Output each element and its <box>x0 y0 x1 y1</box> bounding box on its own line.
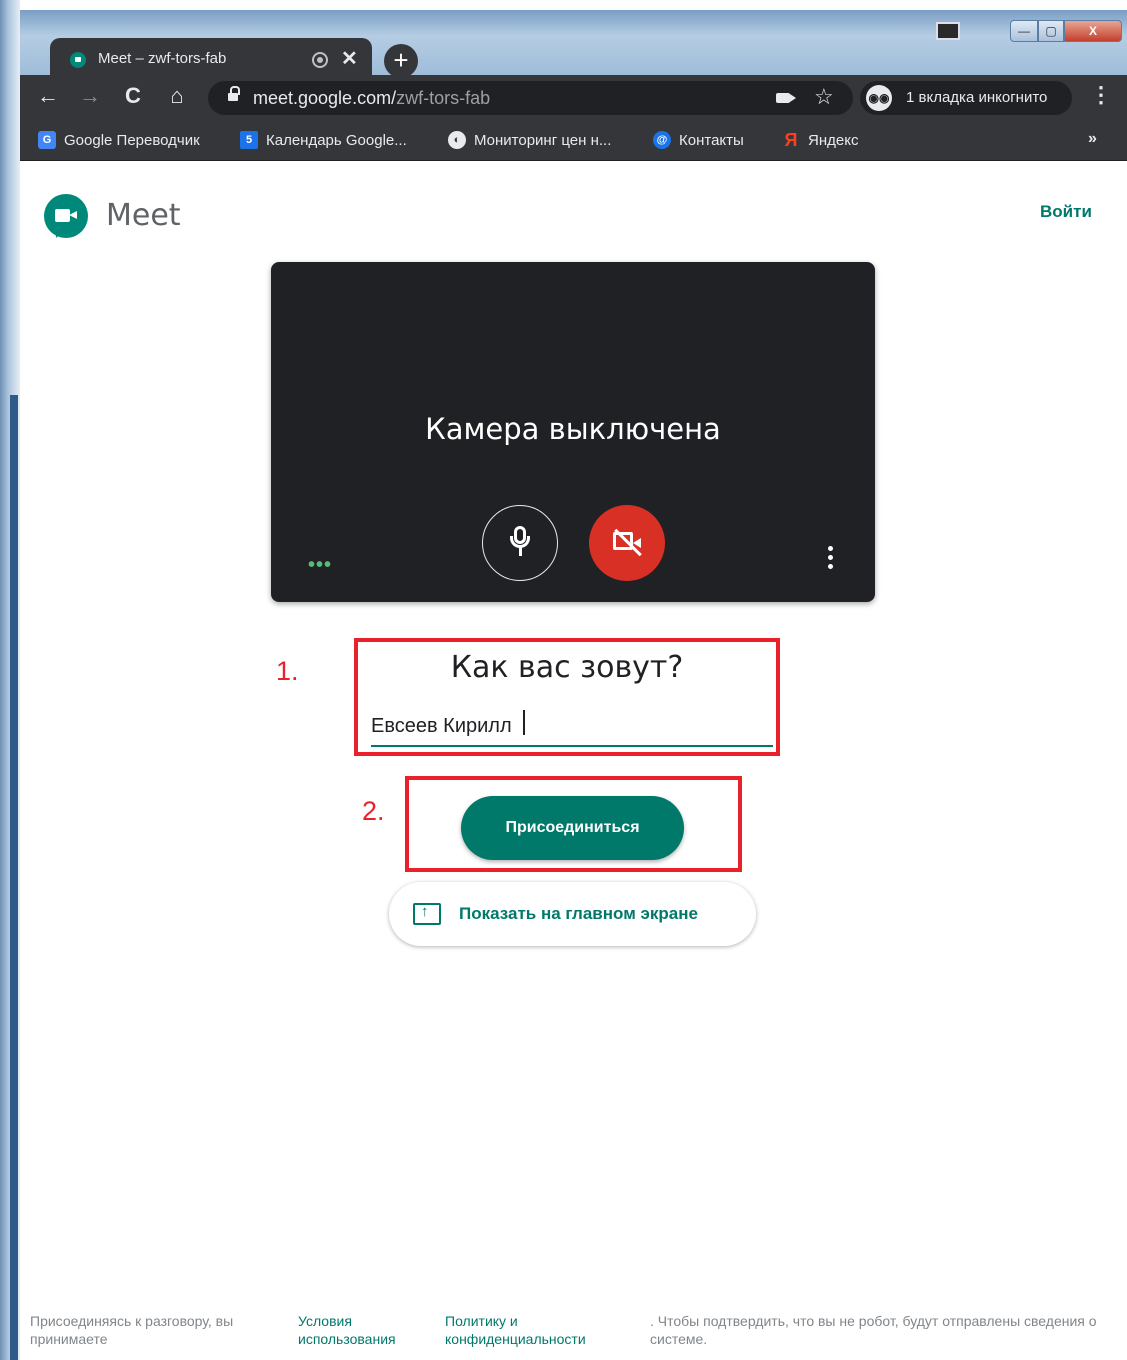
bookmark-contacts[interactable]: @ Контакты <box>653 131 744 149</box>
more-options-icon[interactable] <box>828 546 834 570</box>
present-screen-label: Показать на главном экране <box>459 904 698 923</box>
lock-icon[interactable] <box>228 86 240 103</box>
calendar-icon: 5 <box>240 131 258 149</box>
present-screen-icon <box>413 903 441 925</box>
camera-preview: Камера выключена ••• <box>271 262 875 602</box>
annotation-step-2: 2. <box>362 796 385 826</box>
camera-off-message: Камера выключена <box>425 412 721 446</box>
footer-text-intro: Присоединяясь к разговору, вы принимаете <box>30 1313 234 1347</box>
bookmark-yandex[interactable]: Я Яндекс <box>782 130 859 150</box>
maximize-button[interactable]: ▢ <box>1038 20 1064 42</box>
meet-wordmark: Meet <box>106 198 181 233</box>
forward-icon[interactable]: → <box>76 83 104 109</box>
home-icon[interactable]: ⌂ <box>163 83 191 109</box>
name-prompt-heading: Как вас зовут? <box>450 650 684 685</box>
window-left-scroll-edge <box>10 395 18 1360</box>
close-window-button[interactable]: X <box>1064 20 1122 42</box>
contacts-icon: @ <box>653 131 671 149</box>
bookmarks-more-icon[interactable]: » <box>1088 130 1097 148</box>
url-path: zwf-tors-fab <box>396 88 491 108</box>
browser-menu-icon[interactable]: ⋮ <box>1090 82 1112 108</box>
annotation-step-1: 1. <box>276 656 299 686</box>
bookmark-label: Мониторинг цен н... <box>474 131 612 149</box>
footer-text-outro: . Чтобы подтвердить, что вы не робот, бу… <box>650 1313 1097 1347</box>
terms-link[interactable]: Условия использования <box>298 1312 428 1348</box>
address-bar[interactable]: meet.google.com/zwf-tors-fab ☆ <box>208 81 853 115</box>
bookmark-label: Календарь Google... <box>266 131 407 149</box>
window-controls: — ▢ X <box>1010 20 1127 44</box>
bookmark-label: Контакты <box>679 131 744 149</box>
bookmark-label: Google Переводчик <box>64 131 200 149</box>
name-input[interactable] <box>371 707 773 747</box>
bookmark-google-calendar[interactable]: 5 Календарь Google... <box>240 131 407 149</box>
bookmark-google-translate[interactable]: G Google Переводчик <box>38 131 200 149</box>
reload-icon[interactable]: C <box>119 83 147 109</box>
screenshot-frame: Meet – zwf-tors-fab ✕ + — ▢ X ← → C ⌂ me… <box>0 0 1127 1360</box>
monitor-icon <box>936 22 960 40</box>
incognito-indicator[interactable]: ◉◉ 1 вкладка инкогнито <box>860 81 1072 115</box>
tab-strip: Meet – zwf-tors-fab ✕ + — ▢ X <box>20 10 1127 85</box>
footer: Присоединяясь к разговору, вы принимаете… <box>30 1310 1120 1354</box>
audio-level-indicator: ••• <box>308 554 333 576</box>
bookmarks-bar: G Google Переводчик 5 Календарь Google..… <box>20 121 1127 161</box>
new-tab-button[interactable]: + <box>384 44 418 78</box>
join-button[interactable]: Присоединиться <box>461 796 684 860</box>
minimize-button[interactable]: — <box>1010 20 1038 42</box>
tab-title: Meet – zwf-tors-fab <box>98 50 227 67</box>
google-translate-icon: G <box>38 131 56 149</box>
present-screen-button[interactable]: Показать на главном экране <box>389 882 756 946</box>
browser-toolbar: ← → C ⌂ meet.google.com/zwf-tors-fab ☆ ◉… <box>20 75 1127 121</box>
bookmark-label: Яндекс <box>808 131 859 149</box>
meet-page: Meet Войти Камера выключена ••• 1. Как в… <box>20 162 1127 1360</box>
back-icon[interactable]: ← <box>34 83 62 109</box>
camera-toggle-button[interactable] <box>589 505 665 581</box>
microphone-toggle-button[interactable] <box>482 505 558 581</box>
text-caret <box>523 710 525 735</box>
url-text[interactable]: meet.google.com/zwf-tors-fab <box>253 88 490 109</box>
globe-icon: ◐ <box>448 131 466 149</box>
camera-blocked-icon[interactable] <box>776 93 796 103</box>
meet-favicon-icon <box>70 52 86 68</box>
tab-close-icon[interactable]: ✕ <box>341 46 358 71</box>
incognito-icon: ◉◉ <box>866 85 892 111</box>
incognito-label: 1 вкладка инкогнито <box>906 89 1048 106</box>
meet-logo-icon <box>44 194 88 238</box>
privacy-link[interactable]: Политику и конфиденциальности <box>445 1312 635 1348</box>
bookmark-price-monitor[interactable]: ◐ Мониторинг цен н... <box>448 131 611 149</box>
recording-indicator-icon <box>312 52 328 68</box>
url-domain: meet.google.com/ <box>253 88 397 108</box>
bookmark-star-icon[interactable]: ☆ <box>814 84 834 110</box>
yandex-icon: Я <box>784 130 798 150</box>
signin-link[interactable]: Войти <box>1040 202 1092 222</box>
